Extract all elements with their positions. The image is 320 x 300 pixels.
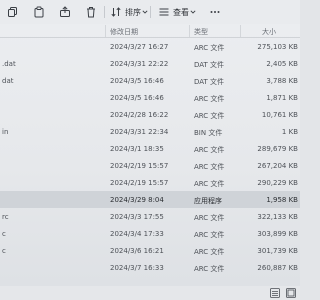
file-row[interactable]: rc 2024/3/3 17:55 ARC 文件 322,133 KB	[0, 208, 300, 225]
file-row[interactable]: 2024/2/19 15:57 ARC 文件 290,229 KB	[0, 174, 300, 191]
file-row[interactable]: 2024/2/28 16:22 ARC 文件 10,761 KB	[0, 106, 300, 123]
file-date: 2024/3/5 16:46	[110, 77, 164, 85]
file-row[interactable]: .dat 2024/3/31 22:22 DAT 文件 2,405 KB	[0, 55, 300, 72]
file-date: 2024/3/4 17:33	[110, 230, 164, 238]
column-header: 修改日期 类型 大小	[0, 25, 300, 37]
view-toggle-group	[270, 288, 296, 298]
column-divider[interactable]	[189, 25, 190, 37]
file-name: dat	[2, 77, 14, 85]
file-row[interactable]: 2024/3/27 16:27 ARC 文件 275,103 KB	[0, 38, 300, 55]
file-size: 322,133 KB	[257, 213, 298, 221]
toolbar-divider	[104, 6, 105, 18]
file-date: 2024/3/31 22:22	[110, 60, 169, 68]
more-button[interactable]	[208, 4, 222, 20]
file-row[interactable]: dat 2024/3/5 16:46 DAT 文件 3,788 KB	[0, 72, 300, 89]
column-size[interactable]: 大小	[262, 27, 276, 37]
file-date: 2024/3/29 8:04	[110, 196, 164, 204]
more-icon	[208, 5, 222, 19]
file-name: .dat	[2, 60, 16, 68]
file-date: 2024/2/19 15:57	[110, 179, 169, 187]
delete-button[interactable]	[84, 4, 98, 20]
file-type: ARC 文件	[194, 163, 225, 171]
file-row[interactable]: 2024/3/1 18:35 ARC 文件 289,679 KB	[0, 140, 300, 157]
status-bar	[0, 286, 300, 300]
file-size: 301,739 KB	[257, 247, 298, 255]
view-icon	[157, 5, 171, 19]
file-size: 10,761 KB	[261, 111, 298, 119]
file-name: c	[2, 230, 6, 238]
file-type: ARC 文件	[194, 44, 225, 52]
file-date: 2024/3/1 18:35	[110, 145, 164, 153]
file-date: 2024/2/19 15:57	[110, 162, 169, 170]
paste-button[interactable]	[32, 4, 46, 20]
file-date: 2024/2/28 16:22	[110, 111, 169, 119]
share-button[interactable]	[58, 4, 72, 20]
file-row[interactable]: in 2024/3/31 22:34 BIN 文件 1 KB	[0, 123, 300, 140]
file-type: DAT 文件	[194, 61, 225, 69]
column-divider[interactable]	[105, 25, 106, 37]
file-size: 303,899 KB	[257, 230, 298, 238]
file-size: 290,229 KB	[257, 179, 298, 187]
paste-icon	[32, 5, 46, 19]
toolbar-divider	[150, 6, 151, 18]
file-size: 1 KB	[281, 128, 298, 136]
file-row[interactable]: 2024/3/7 16:33 ARC 文件 260,887 KB	[0, 259, 300, 276]
chevron-down-icon	[141, 5, 149, 19]
file-row[interactable]: 2024/2/19 15:57 ARC 文件 267,204 KB	[0, 157, 300, 174]
file-type: ARC 文件	[194, 112, 225, 120]
share-icon	[58, 5, 72, 19]
column-type[interactable]: 类型	[194, 27, 208, 37]
file-size: 275,103 KB	[257, 43, 298, 51]
file-type: ARC 文件	[194, 146, 225, 154]
file-size: 3,788 KB	[266, 77, 298, 85]
file-row[interactable]: c 2024/3/6 16:21 ARC 文件 301,739 KB	[0, 242, 300, 259]
file-date: 2024/3/27 16:27	[110, 43, 169, 51]
file-date: 2024/3/31 22:34	[110, 128, 169, 136]
sort-button[interactable]: 排序	[109, 4, 149, 20]
file-type: BIN 文件	[194, 129, 223, 137]
command-bar: 排序 查看	[0, 0, 300, 24]
file-size: 289,679 KB	[257, 145, 298, 153]
view-label: 查看	[173, 7, 189, 17]
column-date-modified[interactable]: 修改日期	[110, 27, 138, 37]
tiles-view-icon[interactable]	[286, 288, 296, 298]
file-size: 260,887 KB	[257, 264, 298, 272]
column-divider[interactable]	[240, 25, 241, 37]
file-type: DAT 文件	[194, 78, 225, 86]
file-type: ARC 文件	[194, 265, 225, 273]
copy-button[interactable]	[6, 4, 20, 20]
chevron-down-icon	[189, 5, 197, 19]
file-type: ARC 文件	[194, 214, 225, 222]
file-row[interactable]: c 2024/3/4 17:33 ARC 文件 303,899 KB	[0, 225, 300, 242]
file-name: in	[2, 128, 9, 136]
file-size: 2,405 KB	[266, 60, 298, 68]
file-size: 267,204 KB	[257, 162, 298, 170]
trash-icon	[84, 5, 98, 19]
sort-label: 排序	[125, 7, 141, 17]
file-type: ARC 文件	[194, 248, 225, 256]
file-size: 1,958 KB	[266, 196, 298, 204]
file-type: 应用程序	[194, 197, 222, 205]
copy-icon	[6, 5, 20, 19]
file-date: 2024/3/5 16:46	[110, 94, 164, 102]
file-name: c	[2, 247, 6, 255]
file-explorer-window: 排序 查看 修改日期 类型 大小 2024/3/27 16:27 ARC 文件 …	[0, 0, 300, 300]
view-button[interactable]: 查看	[157, 4, 197, 20]
file-date: 2024/3/6 16:21	[110, 247, 164, 255]
file-type: ARC 文件	[194, 95, 225, 103]
file-row[interactable]: 2024/3/5 16:46 ARC 文件 1,871 KB	[0, 89, 300, 106]
file-date: 2024/3/3 17:55	[110, 213, 164, 221]
sort-icon	[109, 5, 123, 19]
file-date: 2024/3/7 16:33	[110, 264, 164, 272]
file-type: ARC 文件	[194, 231, 225, 239]
file-type: ARC 文件	[194, 180, 225, 188]
file-size: 1,871 KB	[266, 94, 298, 102]
file-row-selected[interactable]: 2024/3/29 8:04 应用程序 1,958 KB	[0, 191, 300, 208]
details-view-icon[interactable]	[270, 288, 280, 298]
file-name: rc	[2, 213, 9, 221]
